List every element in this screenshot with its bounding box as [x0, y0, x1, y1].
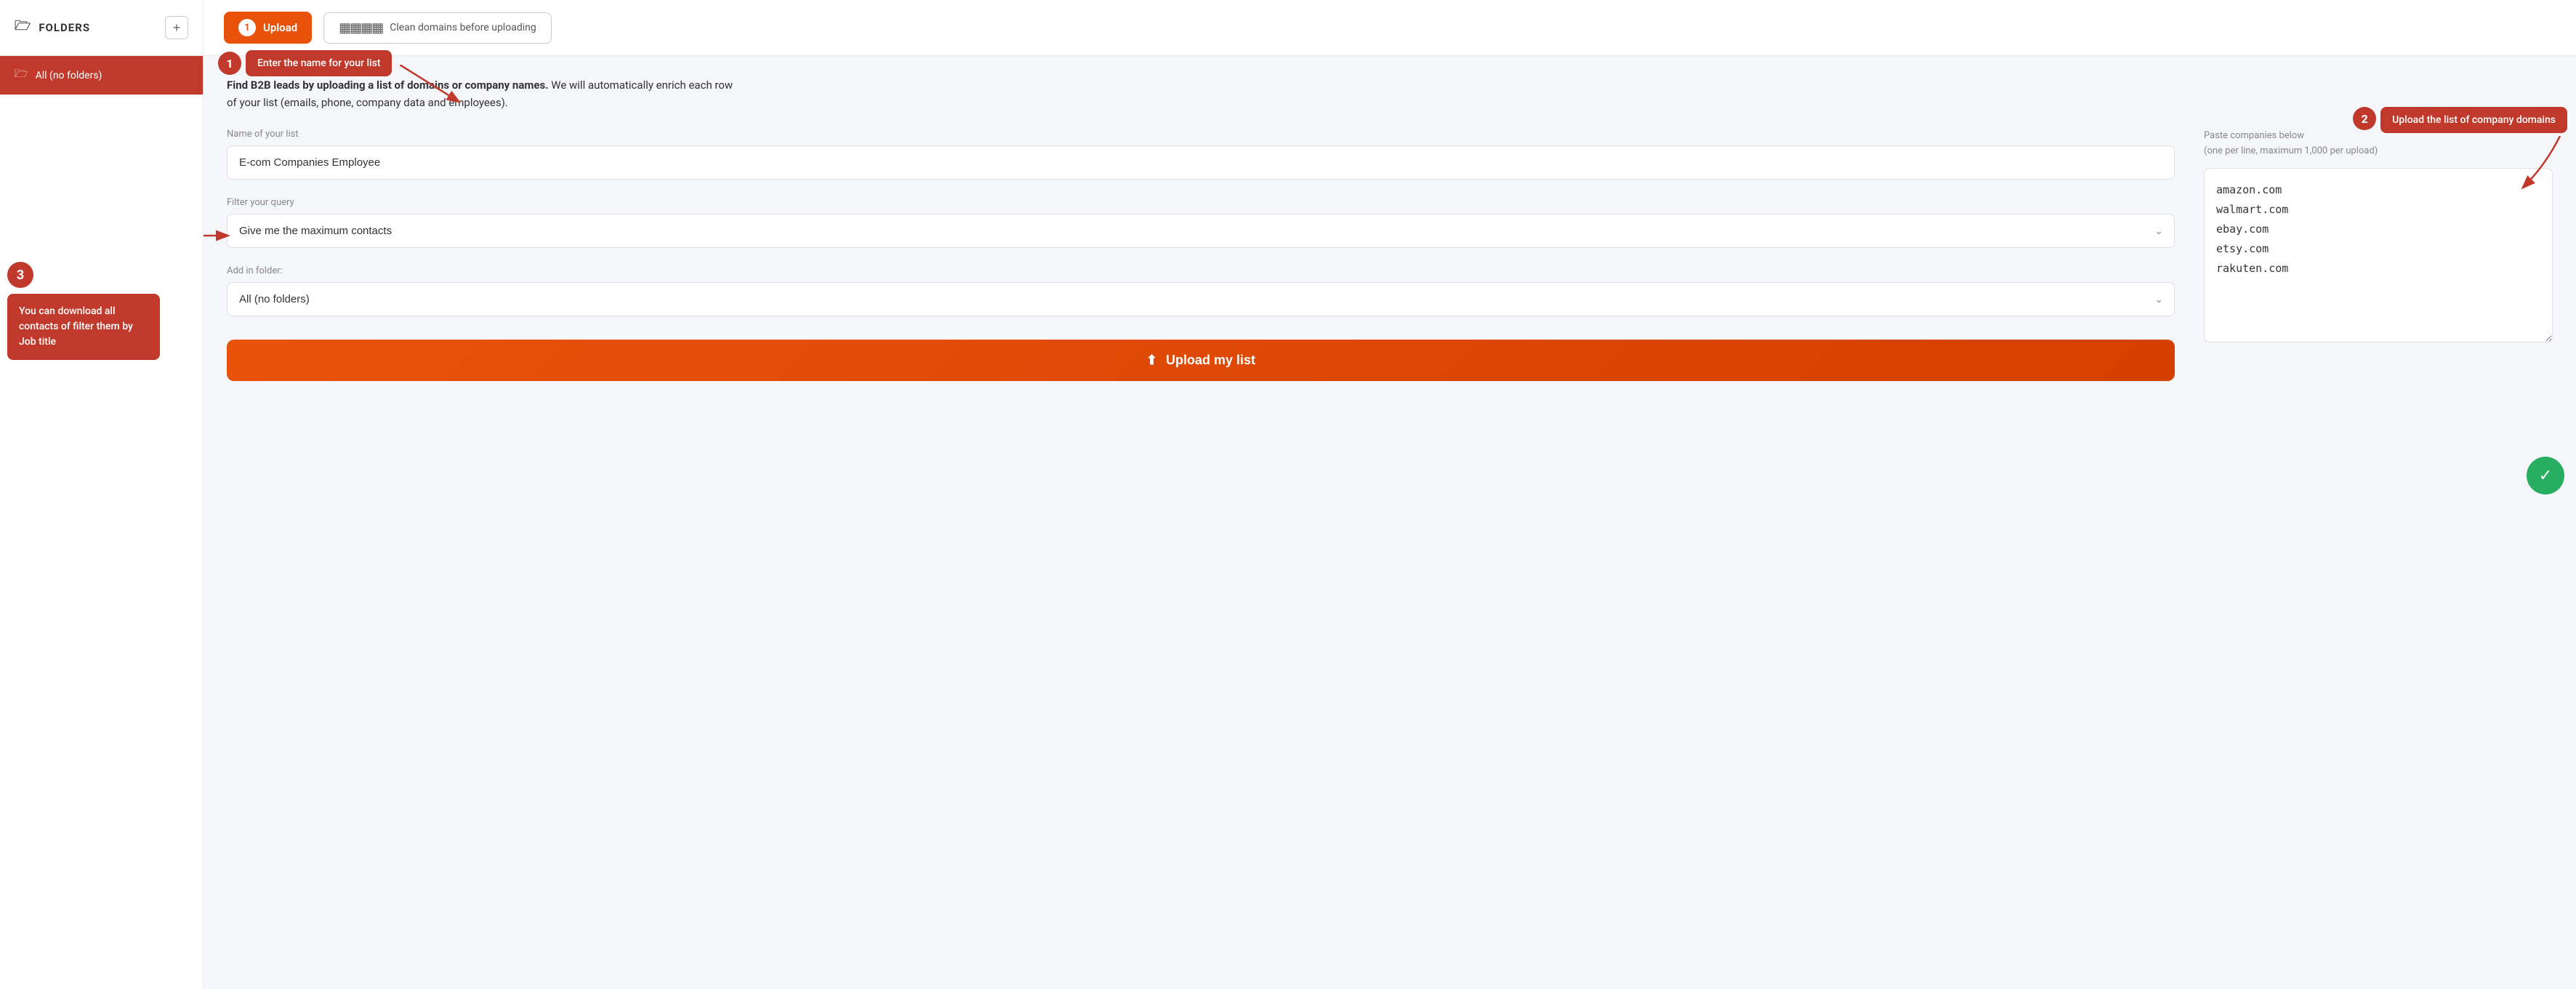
sidebar: 🗁 FOLDERS + 🗁 All (no folders) 3 You can… — [0, 0, 204, 989]
folder-label: Add in folder: — [227, 265, 2175, 276]
chat-icon: ✓ — [2539, 467, 2552, 485]
sidebar-title: 🗁 FOLDERS — [15, 17, 90, 39]
chat-button[interactable]: ✓ — [2527, 457, 2564, 494]
barcode-icon: ▦▦▦▦ — [339, 20, 382, 36]
two-column-layout: Name of your list Filter your query — [227, 129, 2553, 381]
tooltip-3-box: You can download all contacts of filter … — [7, 294, 160, 360]
folder-select-wrapper: All (no folders) Folder 1 Folder 2 ⌄ — [227, 282, 2175, 316]
name-field-group: Name of your list — [227, 129, 2175, 180]
upload-btn-label: Upload my list — [1166, 353, 1255, 368]
tooltip-1-container: 1 Enter the name for your list — [218, 50, 392, 76]
folder-icon: 🗁 — [15, 17, 31, 39]
tooltip-1-arrow — [400, 65, 487, 108]
tooltip-2-badge: 2 — [2353, 107, 2376, 130]
main-panel: 1 Upload ▦▦▦▦ Clean domains before uploa… — [204, 0, 2576, 989]
tooltip-1-box: Enter the name for your list — [246, 50, 392, 76]
tooltip-3-container: 3 You can download all contacts of filte… — [7, 262, 160, 360]
folder-small-icon: 🗁 — [15, 66, 28, 84]
domains-textarea[interactable]: amazon.com walmart.com ebay.com etsy.com… — [2204, 168, 2553, 343]
description-bold: Find B2B leads by uploading a list of do… — [227, 79, 549, 92]
folder-field-group: Add in folder: All (no folders) Folder 1… — [227, 265, 2175, 316]
tooltip-2-box: Upload the list of company domains — [2380, 107, 2567, 133]
upload-my-list-button[interactable]: ⬆ Upload my list — [227, 340, 2175, 381]
sidebar-title-text: FOLDERS — [39, 21, 90, 34]
left-column: Name of your list Filter your query — [227, 129, 2175, 381]
upload-tab[interactable]: 1 Upload — [224, 12, 312, 44]
sidebar-header: 🗁 FOLDERS + — [0, 0, 203, 56]
topbar: 1 Upload ▦▦▦▦ Clean domains before uploa… — [204, 0, 2576, 56]
paste-label: Paste companies below (one per line, max… — [2204, 129, 2553, 159]
clean-domains-label: Clean domains before uploading — [390, 22, 536, 33]
upload-tab-label: Upload — [263, 21, 297, 34]
right-column: 2 Upload the list of company domains Pas… — [2204, 129, 2553, 343]
sidebar-item-all-folders[interactable]: 🗁 All (no folders) — [0, 56, 203, 95]
upload-step-number: 1 — [238, 19, 256, 36]
name-label: Name of your list — [227, 129, 2175, 140]
add-folder-button[interactable]: + — [165, 16, 188, 39]
filter-field-group: Filter your query Give me — [227, 197, 2175, 248]
folder-select[interactable]: All (no folders) Folder 1 Folder 2 — [227, 282, 2175, 316]
sidebar-item-label: All (no folders) — [36, 70, 102, 81]
filter-arrow-svg — [204, 221, 234, 250]
clean-domains-button[interactable]: ▦▦▦▦ Clean domains before uploading — [323, 12, 552, 44]
tooltip-3-badge: 3 — [7, 262, 33, 288]
list-name-input[interactable] — [227, 145, 2175, 180]
tooltip-2-container: 2 Upload the list of company domains — [2353, 107, 2567, 133]
filter-label: Filter your query — [227, 197, 2175, 208]
tooltip-2-arrow — [2502, 136, 2575, 194]
paste-label-line2: (one per line, maximum 1,000 per upload) — [2204, 145, 2378, 156]
filter-select-wrapper: Give me the maximum contacts Filter by j… — [227, 214, 2175, 248]
paste-label-line1: Paste companies below — [2204, 130, 2304, 141]
content-area: Find B2B leads by uploading a list of do… — [204, 56, 2576, 989]
tooltip-1-badge: 1 — [218, 52, 241, 75]
upload-icon: ⬆ — [1146, 353, 1157, 368]
filter-select[interactable]: Give me the maximum contacts Filter by j… — [227, 214, 2175, 248]
